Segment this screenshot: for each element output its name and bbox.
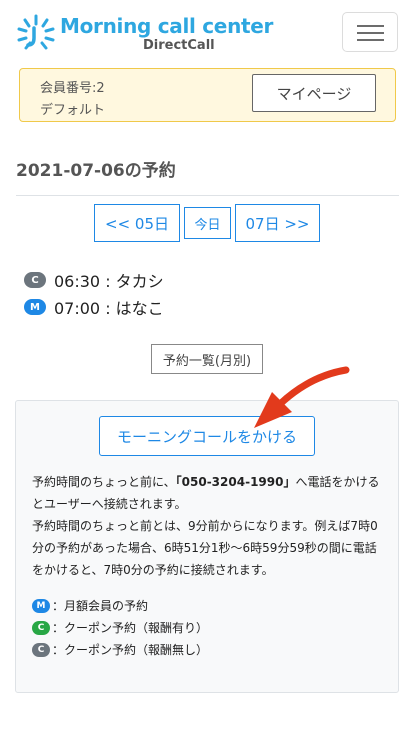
mypage-button[interactable]: マイページ <box>252 74 376 112</box>
today-button[interactable]: 今日 <box>184 207 231 239</box>
coupon-paid-badge: C <box>32 620 50 635</box>
next-day-button[interactable]: 07日 >> <box>235 204 320 242</box>
morning-call-button[interactable]: モーニングコールをかける <box>99 416 315 456</box>
legend-text: ：クーポン予約（報酬有り） <box>52 621 209 635</box>
brand-subtitle: DirectCall <box>143 38 215 53</box>
desc-detail: 予約時間のちょっと前とは、9分前からになります。例えば7時0分の予約があった場合… <box>32 519 378 577</box>
app-header: Morning call center DirectCall <box>0 0 414 64</box>
hamburger-menu-button[interactable] <box>342 12 398 52</box>
call-instructions: 予約時間のちょっと前に、「050-3204-1990」へ電話をかけるとユーザーへ… <box>32 471 388 581</box>
member-number: 会員番号:2 <box>40 81 105 96</box>
hamburger-menu-icon-line <box>357 39 384 41</box>
reservation-item: M 07:00 : はなこ <box>24 296 164 318</box>
hamburger-menu-icon-line <box>357 32 384 34</box>
member-plan: デフォルト <box>40 103 106 118</box>
member-info-box: 会員番号:2 デフォルト マイページ <box>19 68 396 122</box>
prev-day-button[interactable]: << 05日 <box>94 204 180 242</box>
coupon-badge: C <box>24 272 46 288</box>
info-card: モーニングコールをかける 予約時間のちょっと前に、「050-3204-1990」… <box>15 400 399 693</box>
page-title: 2021-07-06の予約 <box>16 161 176 181</box>
divider <box>16 195 399 196</box>
hamburger-menu-icon <box>357 25 384 27</box>
reservation-text: 07:00 : はなこ <box>54 299 164 318</box>
brand-name[interactable]: Morning call center <box>60 14 273 38</box>
legend-item-coupon-unpaid: C ：クーポン予約（報酬無し） <box>32 641 208 658</box>
legend-item-coupon-paid: C ：クーポン予約（報酬有り） <box>32 619 208 636</box>
legend-text: ：クーポン予約（報酬無し） <box>52 643 209 657</box>
coupon-unpaid-badge: C <box>32 642 50 657</box>
monthly-badge: M <box>32 598 50 613</box>
monthly-badge: M <box>24 299 46 315</box>
monthly-list-button[interactable]: 予約一覧(月別) <box>151 344 263 374</box>
legend-text: ：月額会員の予約 <box>52 599 149 613</box>
legend-item-monthly: M ：月額会員の予約 <box>32 597 148 614</box>
phone-number: 「050-3204-1990」 <box>175 475 296 489</box>
desc-prefix: 予約時間のちょっと前に、 <box>32 475 176 489</box>
reservation-item: C 06:30 : タカシ <box>24 269 164 291</box>
reservation-text: 06:30 : タカシ <box>54 272 164 291</box>
sunburst-logo-icon[interactable] <box>14 12 58 52</box>
